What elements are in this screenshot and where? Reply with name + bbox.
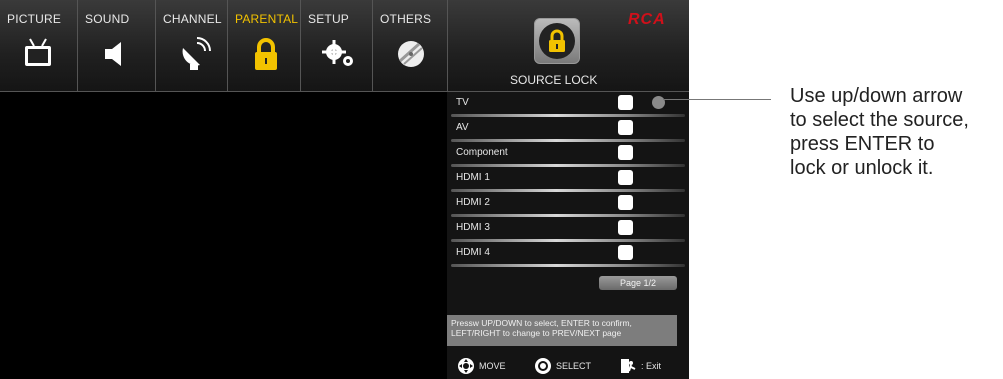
source-label: HDMI 3 — [456, 222, 490, 233]
source-label: HDMI 1 — [456, 172, 490, 183]
callout-line: Use up/down arrow — [790, 85, 963, 107]
ok-button-icon — [535, 358, 551, 374]
source-row-hdmi-1[interactable]: HDMI 1 — [447, 167, 689, 192]
lock-checkbox[interactable] — [618, 145, 633, 160]
select-label: SELECT — [556, 361, 592, 371]
source-row-hdmi-2[interactable]: HDMI 2 — [447, 192, 689, 217]
lock-checkbox[interactable] — [618, 120, 633, 135]
lock-checkbox[interactable] — [618, 95, 633, 110]
source-label: TV — [456, 97, 469, 108]
callout-line: press ENTER to — [790, 133, 935, 155]
padlock-icon — [534, 18, 580, 64]
divider — [451, 264, 685, 267]
tab-label: PARENTAL — [235, 12, 299, 26]
control-hints: MOVE SELECT : Exit — [447, 356, 689, 379]
tab-others[interactable]: OTHERS — [373, 0, 448, 91]
source-row-tv[interactable]: TV — [447, 92, 689, 117]
lock-checkbox[interactable] — [618, 170, 633, 185]
brand-logo: RCA — [628, 11, 666, 28]
move-hint: MOVE — [457, 356, 506, 376]
select-hint: SELECT — [534, 356, 591, 376]
source-row-av[interactable]: AV — [447, 117, 689, 142]
callout-pointer-line — [663, 99, 771, 100]
source-label: Component — [456, 147, 508, 158]
tab-channel[interactable]: CHANNEL — [156, 0, 228, 91]
help-line: Pressw UP/DOWN to select, ENTER to confi… — [451, 318, 632, 328]
help-line: LEFT/RIGHT to change to PREV/NEXT page — [451, 328, 622, 338]
lock-checkbox[interactable] — [618, 220, 633, 235]
tab-label: SOUND — [85, 12, 130, 26]
callout-line: to select the source, — [790, 109, 969, 131]
exit-icon — [621, 359, 636, 373]
tab-setup[interactable]: SETUP — [301, 0, 373, 91]
lock-checkbox[interactable] — [618, 195, 633, 210]
tab-sound[interactable]: SOUND — [78, 0, 156, 91]
top-menu-bar: PICTURE SOUND CHANNEL PARENTAL SETUP OTH… — [0, 0, 689, 92]
satellite-dish-icon — [174, 34, 214, 74]
callout-annotation: Use up/down arrow to select the source, … — [790, 84, 1003, 180]
source-label: HDMI 4 — [456, 247, 490, 258]
disc-icon — [391, 34, 431, 74]
source-row-component[interactable]: Component — [447, 142, 689, 167]
exit-label: : Exit — [641, 361, 662, 371]
source-row-hdmi-3[interactable]: HDMI 3 — [447, 217, 689, 242]
tab-picture[interactable]: PICTURE — [0, 0, 78, 91]
selection-cursor-icon — [652, 96, 665, 109]
dpad-icon — [458, 358, 474, 374]
source-label: HDMI 2 — [456, 197, 490, 208]
padlock-icon — [246, 34, 286, 74]
speaker-icon — [96, 34, 136, 74]
exit-hint: : Exit — [619, 356, 661, 376]
page-indicator[interactable]: Page 1/2 — [599, 276, 677, 290]
source-row-hdmi-4[interactable]: HDMI 4 — [447, 242, 689, 267]
tab-label: PICTURE — [7, 12, 62, 26]
page-title: SOURCE LOCK — [510, 73, 598, 87]
move-label: MOVE — [479, 361, 506, 371]
tab-label: OTHERS — [380, 12, 432, 26]
lock-checkbox[interactable] — [618, 245, 633, 260]
tab-label: CHANNEL — [163, 12, 222, 26]
callout-line: lock or unlock it. — [790, 157, 934, 179]
help-text-box: Pressw UP/DOWN to select, ENTER to confi… — [447, 315, 677, 346]
tab-label: SETUP — [308, 12, 350, 26]
source-label: AV — [456, 122, 469, 133]
tab-parental[interactable]: PARENTAL — [228, 0, 301, 91]
tv-icon — [18, 34, 58, 74]
gears-icon — [319, 34, 359, 74]
